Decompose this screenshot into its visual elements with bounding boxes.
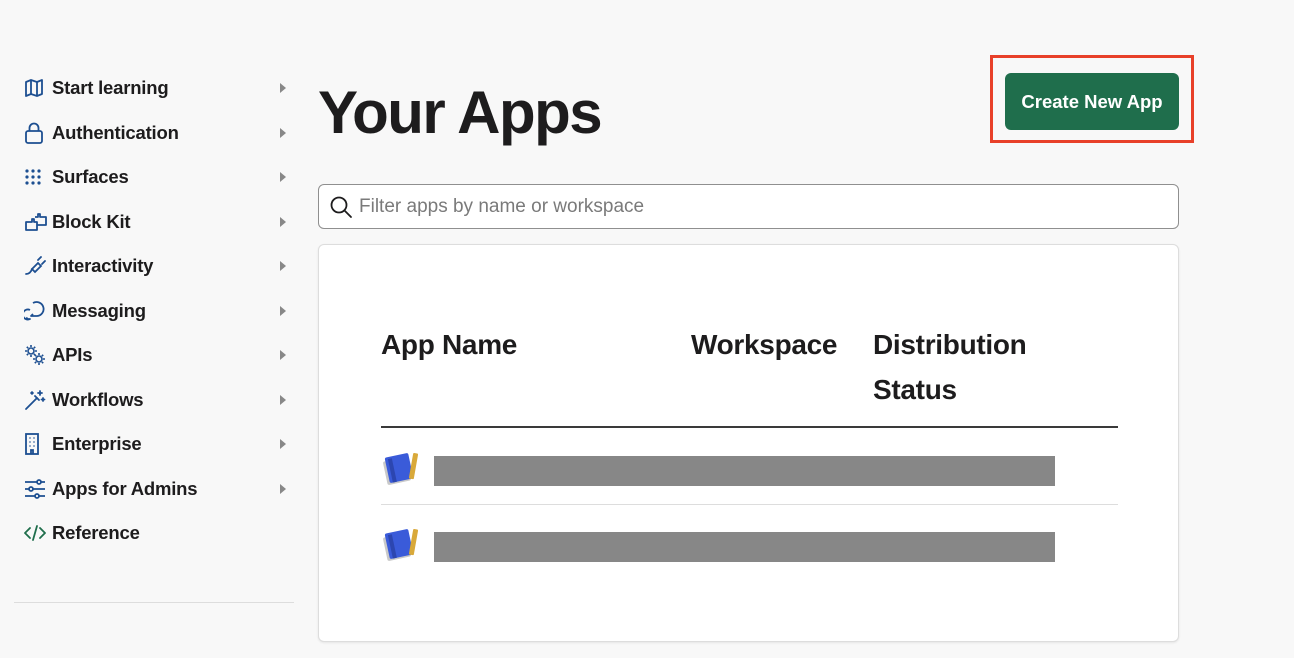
caret-right-icon xyxy=(280,350,286,361)
sidebar-item-label: Enterprise xyxy=(52,433,142,455)
column-header-app-name[interactable]: App Name xyxy=(381,322,517,367)
sidebar-item-label: Surfaces xyxy=(52,166,129,188)
magic-wand-icon xyxy=(24,388,52,412)
sidebar-item-interactivity[interactable]: Interactivity xyxy=(14,244,294,289)
sidebar-item-label: Start learning xyxy=(52,77,169,99)
caret-right-icon xyxy=(280,216,286,227)
map-icon xyxy=(24,76,52,100)
table-row[interactable] xyxy=(381,429,1118,505)
sidebar-item-apis[interactable]: APIs xyxy=(14,333,294,378)
code-icon xyxy=(24,521,52,545)
search-icon xyxy=(330,196,352,218)
sidebar-item-label: Messaging xyxy=(52,299,146,321)
search-input[interactable] xyxy=(353,185,1178,228)
grid-dots-icon xyxy=(24,165,52,189)
sidebar-item-start-learning[interactable]: Start learning xyxy=(14,66,294,111)
caret-right-icon xyxy=(280,439,286,450)
caret-right-icon xyxy=(280,83,286,94)
search-field[interactable] xyxy=(318,184,1179,229)
sidebar-item-messaging[interactable]: Messaging xyxy=(14,289,294,334)
page-title: Your Apps xyxy=(318,79,603,146)
sidebar-item-block-kit[interactable]: Block Kit xyxy=(14,200,294,245)
table-row[interactable] xyxy=(381,505,1118,581)
caret-right-icon xyxy=(280,483,286,494)
sidebar-item-apps-for-admins[interactable]: Apps for Admins xyxy=(14,467,294,512)
sidebar-item-label: Workflows xyxy=(52,388,144,410)
sidebar-item-label: Reference xyxy=(52,522,140,544)
redacted-content xyxy=(434,532,1055,562)
table-header-divider xyxy=(381,426,1118,428)
building-icon xyxy=(24,432,52,456)
sidebar-item-workflows[interactable]: Workflows xyxy=(14,378,294,423)
sidebar-item-label: Authentication xyxy=(52,121,179,143)
sidebar-item-enterprise[interactable]: Enterprise xyxy=(14,422,294,467)
app-notebook-icon xyxy=(383,529,419,561)
create-new-app-button[interactable]: Create New App xyxy=(1005,73,1179,130)
caret-right-icon xyxy=(280,172,286,183)
caret-right-icon xyxy=(280,305,286,316)
sidebar-item-label: Interactivity xyxy=(52,255,154,277)
sliders-icon xyxy=(24,477,52,501)
column-header-distribution-status[interactable]: Distribution Status xyxy=(873,322,1053,412)
sidebar-item-reference[interactable]: Reference xyxy=(14,511,294,556)
sidebar-divider xyxy=(14,602,294,603)
chat-bubbles-icon xyxy=(24,299,52,323)
gears-icon xyxy=(24,343,52,367)
sidebar-item-label: Apps for Admins xyxy=(52,477,198,499)
sidebar-item-label: Block Kit xyxy=(52,210,131,232)
caret-right-icon xyxy=(280,261,286,272)
caret-right-icon xyxy=(280,127,286,138)
app-notebook-icon xyxy=(383,453,419,485)
plug-icon xyxy=(24,254,52,278)
apps-table-card: App Name Workspace Distribution Status xyxy=(318,244,1179,642)
sidebar-item-label: APIs xyxy=(52,344,93,366)
lock-icon xyxy=(24,121,52,145)
redacted-content xyxy=(434,456,1055,486)
sidebar-nav: Start learning Authentication Surfaces B… xyxy=(14,66,294,556)
sidebar-item-authentication[interactable]: Authentication xyxy=(14,111,294,156)
blocks-icon xyxy=(24,210,52,234)
column-header-workspace[interactable]: Workspace xyxy=(691,322,837,367)
caret-right-icon xyxy=(280,394,286,405)
sidebar-item-surfaces[interactable]: Surfaces xyxy=(14,155,294,200)
